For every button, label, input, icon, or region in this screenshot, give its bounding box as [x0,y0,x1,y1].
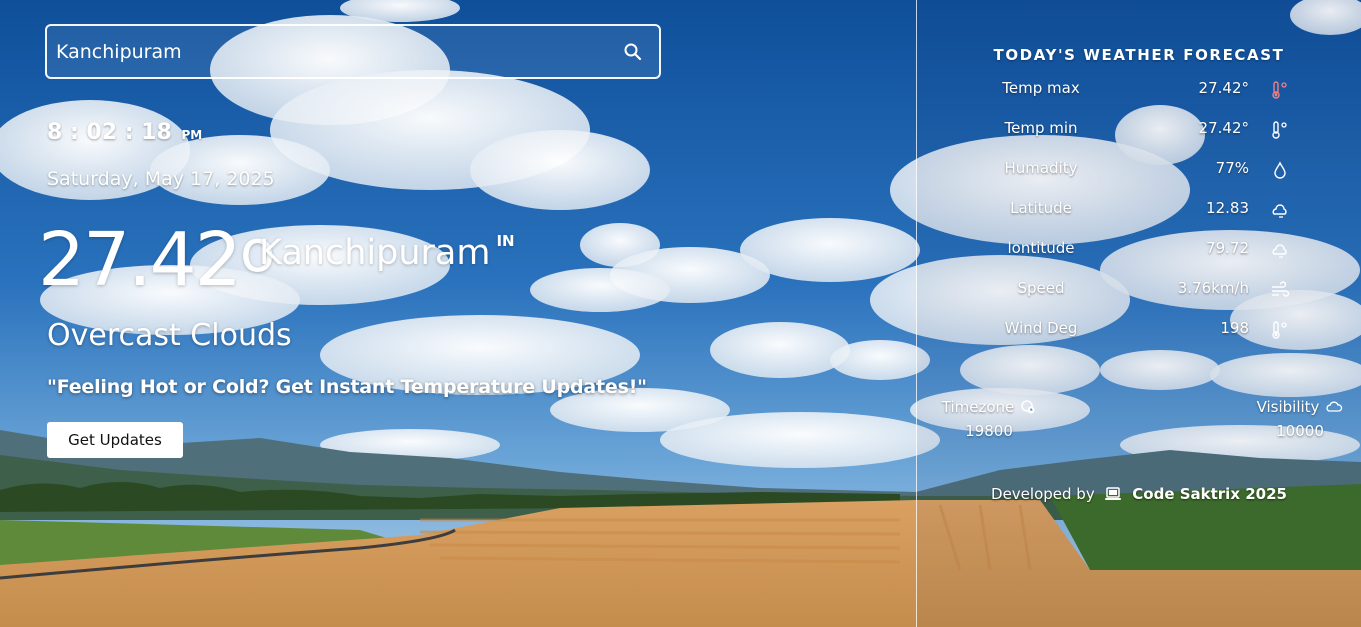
search-bar [45,24,661,79]
search-input[interactable] [47,26,623,77]
stat-row-temp-min: Temp min 27.42° [917,119,1361,143]
stat-value: 198 [1220,319,1249,337]
stat-label: Speed [1017,279,1065,297]
visibility-label: Visibility [1256,398,1320,416]
clock-icon [1021,400,1035,414]
tagline: "Feeling Hot or Cold? Get Instant Temper… [47,376,647,398]
search-icon[interactable] [623,42,643,62]
time-value: 8 : 02 : 18 [47,120,172,145]
location: Kanchipuram IN [259,232,515,273]
thermometer-icon [1272,121,1287,139]
stat-label: lontitude [1007,239,1075,257]
city-name: Kanchipuram [259,233,491,273]
stat-row-humidity: Humadity 77% [917,159,1361,183]
visibility-value: 10000 [1276,422,1324,440]
timezone-block: Timezone 19800 [937,398,1041,440]
current-date: Saturday, May 17, 2025 [47,168,275,190]
stat-row-latitude: Latitude 12.83 [917,199,1361,223]
stat-value: 77% [1215,159,1249,177]
stat-value: 27.42° [1198,119,1249,137]
stat-label: Humadity [1004,159,1078,177]
visibility-block: Visibility 10000 [1254,398,1346,440]
stat-row-wind-deg: Wind Deg 198 [917,319,1361,343]
stat-row-speed: Speed 3.76km/h [917,279,1361,303]
wind-icon [1272,281,1290,297]
stat-row-temp-max: Temp max 27.42° [917,79,1361,103]
stat-label: Wind Deg [1004,319,1078,337]
country-code: IN [496,232,515,250]
laptop-icon [1105,487,1122,500]
get-updates-button[interactable]: Get Updates [47,422,183,458]
current-temperature: 27.42o [38,222,275,297]
time-ampm: PM [181,128,203,142]
stat-label: Temp min [1004,119,1078,137]
footer-credit: Developed by Code Saktrix 2025 [917,485,1361,503]
developed-by-label: Developed by [991,485,1095,503]
stat-value: 79.72 [1206,239,1249,257]
droplet-icon [1274,161,1286,179]
stat-value: 27.42° [1198,79,1249,97]
current-time: 8 : 02 : 18 PM [47,120,202,145]
timezone-value: 19800 [965,422,1013,440]
stat-value: 3.76km/h [1177,279,1249,297]
stat-row-longitude: lontitude 79.72 [917,239,1361,263]
forecast-title: TODAY'S WEATHER FORECAST [993,46,1285,64]
stat-label: Temp max [1002,79,1080,97]
cloud-sun-icon [1272,244,1287,258]
thermometer-hot-icon [1272,81,1287,99]
stat-label: Latitude [1010,199,1072,217]
developer-brand: Code Saktrix 2025 [1132,485,1287,503]
temperature-value: 27.42 [38,217,242,303]
stat-value: 12.83 [1206,199,1249,217]
cloud-icon [1326,401,1343,412]
cloud-sun-icon [1272,204,1287,218]
timezone-label: Timezone [941,398,1015,416]
thermometer-degree-icon [1272,321,1287,339]
weather-condition: Overcast Clouds [47,318,292,353]
